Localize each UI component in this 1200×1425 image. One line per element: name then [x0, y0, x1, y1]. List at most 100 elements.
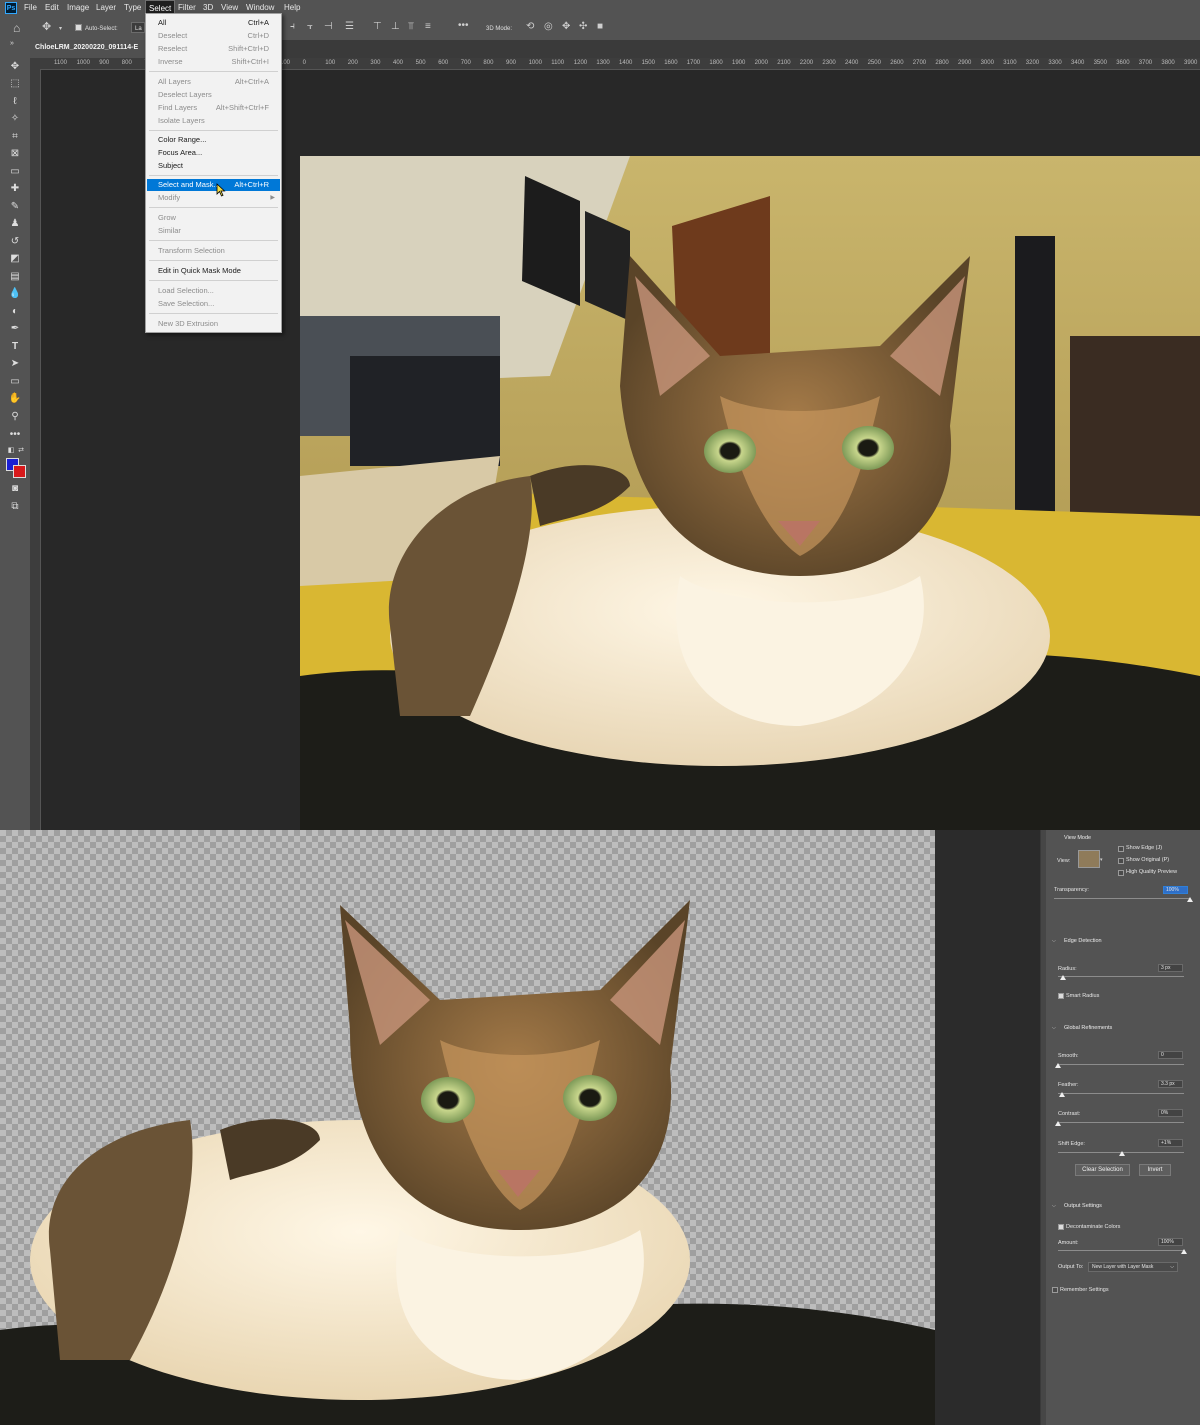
menu-item-modify[interactable]: Modify ▶ [147, 192, 280, 204]
chevron-down-icon[interactable]: ⌵ [1052, 1025, 1056, 1031]
3d-orbit-icon[interactable]: ⟲ [526, 22, 534, 32]
3d-pan-icon[interactable]: ✥ [562, 22, 570, 32]
radius-slider-track[interactable] [1058, 976, 1184, 977]
menu-item-isolate-layers[interactable]: Isolate Layers [147, 115, 280, 127]
menu-item-color-range[interactable]: Color Range... [147, 134, 280, 146]
screen-mode-icon[interactable]: ⧉ [7, 500, 23, 514]
menu-item-deselect-layers[interactable]: Deselect Layers [147, 89, 280, 101]
feather-slider-knob[interactable] [1058, 1092, 1065, 1097]
healing-brush-tool-icon[interactable]: ✚ [7, 182, 23, 196]
smart-radius-checkbox[interactable] [1058, 993, 1064, 999]
clone-stamp-tool-icon[interactable]: ♟ [7, 217, 23, 231]
frame-tool-icon[interactable]: ⊠ [7, 147, 23, 161]
align-top-icon[interactable]: ⊤ [373, 22, 382, 32]
auto-select-checkbox[interactable] [75, 24, 82, 31]
photoshop-logo-icon[interactable]: Ps [5, 2, 17, 14]
shift-edge-value-field[interactable]: +1% [1158, 1139, 1183, 1147]
show-original-checkbox[interactable] [1118, 858, 1124, 864]
high-quality-preview-checkbox[interactable] [1118, 870, 1124, 876]
menu-item-save-selection[interactable]: Save Selection... [147, 298, 280, 310]
menu-item-find-layers[interactable]: Find Layers Alt+Shift+Ctrl+F [147, 102, 280, 114]
lasso-tool-icon[interactable]: ℓ [7, 95, 23, 109]
menu-select[interactable]: Select [145, 0, 176, 13]
chevron-down-icon[interactable]: ▾ [1100, 857, 1103, 863]
magic-wand-tool-icon[interactable]: ✧ [7, 112, 23, 126]
contrast-slider-track[interactable] [1058, 1122, 1184, 1123]
blur-tool-icon[interactable]: 💧 [7, 287, 23, 301]
expand-panel-icon[interactable]: » [4, 37, 20, 51]
menu-item-deselect[interactable]: Deselect Ctrl+D [147, 30, 280, 42]
feather-value-field[interactable]: 3.3 px [1158, 1080, 1183, 1088]
cat-photo[interactable] [300, 156, 1200, 830]
more-tools-icon[interactable]: ••• [7, 428, 23, 442]
align-bottom-icon[interactable]: ⫪ [408, 22, 414, 32]
menu-edit[interactable]: Edit [45, 3, 59, 12]
transparency-slider-knob[interactable] [1187, 897, 1193, 902]
3d-scale-icon[interactable]: ■ [597, 22, 603, 32]
radius-slider-knob[interactable] [1060, 975, 1067, 980]
panel-scrollbar[interactable] [1041, 830, 1046, 1425]
align-middle-icon[interactable]: ⊥ [391, 22, 400, 32]
menu-window[interactable]: Window [246, 3, 274, 12]
type-tool-icon[interactable]: T [7, 340, 23, 354]
menu-file[interactable]: File [24, 3, 37, 12]
brush-tool-icon[interactable]: ✎ [7, 200, 23, 214]
remember-settings-checkbox[interactable] [1052, 1287, 1058, 1293]
invert-button[interactable]: Invert [1139, 1164, 1171, 1176]
move-tool-icon[interactable]: ✥ [42, 22, 51, 33]
home-icon[interactable]: ⌂ [13, 22, 20, 34]
contrast-slider-knob[interactable] [1055, 1121, 1061, 1126]
clear-selection-button[interactable]: Clear Selection [1075, 1164, 1130, 1176]
eraser-tool-icon[interactable]: ◩ [7, 252, 23, 266]
auto-select-target-dropdown[interactable]: La [131, 22, 145, 33]
menu-3d[interactable]: 3D [203, 3, 213, 12]
view-mode-thumbnail[interactable] [1078, 850, 1100, 868]
3d-roll-icon[interactable]: ◎ [544, 22, 553, 32]
menu-item-load-selection[interactable]: Load Selection... [147, 285, 280, 297]
menu-item-new-3d-extrusion[interactable]: New 3D Extrusion [147, 318, 280, 330]
menu-filter[interactable]: Filter [178, 3, 196, 12]
eyedropper-tool-icon[interactable]: ▭ [7, 165, 23, 179]
3d-slide-icon[interactable]: ✣ [579, 22, 587, 32]
feather-slider-track[interactable] [1058, 1093, 1184, 1094]
menu-layer[interactable]: Layer [96, 3, 116, 12]
menu-type[interactable]: Type [124, 3, 141, 12]
pen-tool-icon[interactable]: ✒ [7, 322, 23, 336]
decontaminate-colors-checkbox[interactable] [1058, 1224, 1064, 1230]
menu-item-similar[interactable]: Similar [147, 225, 280, 237]
smooth-slider-knob[interactable] [1055, 1063, 1061, 1068]
align-right-icon[interactable]: ⊣ [324, 22, 333, 32]
chevron-down-icon[interactable]: ▾ [59, 24, 62, 34]
contrast-value-field[interactable]: 0% [1158, 1109, 1183, 1117]
move-tool-icon[interactable]: ✥ [7, 60, 23, 74]
menu-image[interactable]: Image [67, 3, 89, 12]
amount-value-field[interactable]: 100% [1158, 1238, 1183, 1246]
menu-item-inverse[interactable]: Inverse Shift+Ctrl+I [147, 56, 280, 68]
radius-value-field[interactable]: 3 px [1158, 964, 1183, 972]
transparency-value-field[interactable]: 100% [1163, 886, 1188, 894]
menu-help[interactable]: Help [284, 3, 300, 12]
background-color-swatch[interactable] [13, 465, 26, 478]
shift-edge-slider-knob[interactable] [1118, 1151, 1125, 1156]
crop-tool-icon[interactable]: ⌗ [7, 130, 23, 144]
marquee-tool-icon[interactable]: ⬚ [7, 77, 23, 91]
amount-slider-track[interactable] [1058, 1250, 1184, 1251]
gradient-tool-icon[interactable]: ▤ [7, 270, 23, 284]
align-left-icon[interactable]: ⫞ [290, 22, 295, 32]
rectangle-tool-icon[interactable]: ▭ [7, 375, 23, 389]
chevron-down-icon[interactable]: ⌵ [1052, 1203, 1056, 1209]
zoom-tool-icon[interactable]: ⚲ [7, 410, 23, 424]
distribute-vertical-icon[interactable]: ≡ [425, 22, 431, 32]
menu-item-all[interactable]: All Ctrl+A [147, 17, 280, 29]
smooth-slider-track[interactable] [1058, 1064, 1184, 1065]
menu-item-transform-selection[interactable]: Transform Selection [147, 245, 280, 257]
output-to-select[interactable]: New Layer with Layer Mask ⌵ [1088, 1262, 1178, 1272]
menu-item-quick-mask[interactable]: Edit in Quick Mask Mode [147, 265, 280, 277]
document-tab[interactable]: ChloeLRM_20200220_091114-E [30, 40, 148, 58]
align-center-icon[interactable]: ⫟ [307, 22, 313, 32]
distribute-icon[interactable]: ☰ [345, 22, 354, 32]
chevron-down-icon[interactable]: ⌵ [1052, 938, 1056, 944]
menu-item-focus-area[interactable]: Focus Area... [147, 147, 280, 159]
amount-slider-knob[interactable] [1181, 1249, 1187, 1254]
menu-view[interactable]: View [221, 3, 238, 12]
